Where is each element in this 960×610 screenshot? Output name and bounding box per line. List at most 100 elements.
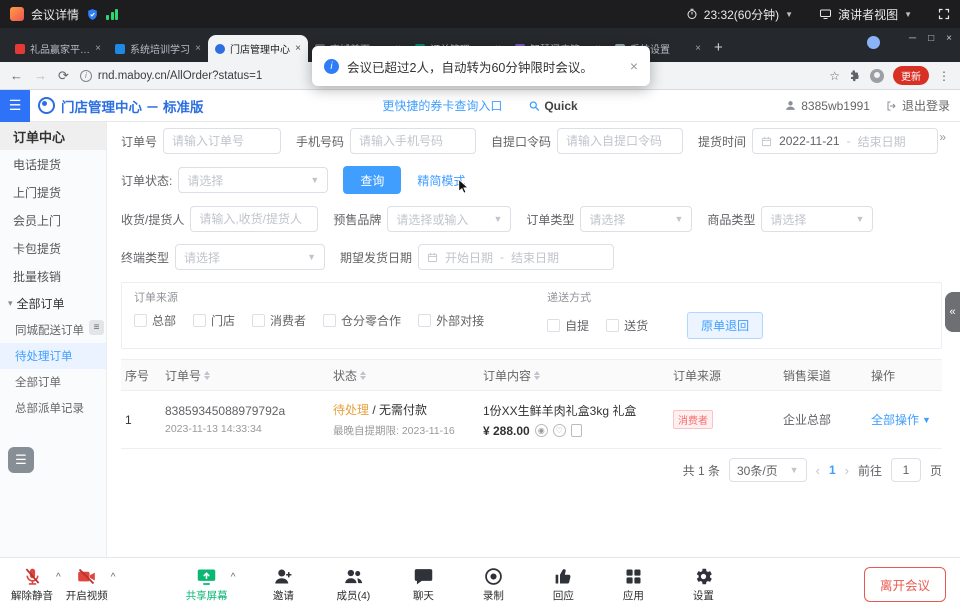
new-tab-button[interactable]: + [714,39,723,56]
toast-close-icon[interactable]: × [630,58,638,74]
tab-close-icon[interactable]: × [695,43,701,54]
per-page-select[interactable]: 30条/页 ▼ [729,458,807,482]
checkbox-store[interactable]: 门店 [193,312,235,329]
site-info-icon[interactable]: i [80,70,92,82]
reaction-button[interactable]: 回应 [541,566,585,603]
sidebar-item-phone-pickup[interactable]: 电话提货 [0,150,106,178]
sort-icon[interactable] [360,371,366,380]
presale-brand-select[interactable]: 请选择或输入 ▼ [387,206,511,232]
meeting-timer[interactable]: 23:32(60分钟) [704,6,779,23]
meeting-details-button[interactable]: 会议详情 [31,6,79,23]
invite-button[interactable]: 邀请 [261,566,305,603]
view-mode-selector[interactable]: 演讲者视图 [838,6,898,23]
browser-avatar-icon[interactable] [870,69,884,83]
search-button[interactable]: 查询 [343,166,401,194]
sidebar-toggle-button[interactable]: ☰ [0,90,30,122]
side-panel-handle[interactable]: « [945,292,960,332]
floating-list-button[interactable]: ☰ [8,447,34,473]
goto-page-input[interactable] [891,458,921,482]
checkbox-consumer[interactable]: 消费者 [252,312,306,329]
pickup-end-date[interactable]: 结束日期 [858,133,906,150]
submenu-pin-icon[interactable]: ≡ [89,320,104,335]
receiver-input[interactable] [190,206,318,232]
sort-icon[interactable] [204,371,210,380]
sidebar-item-batch-verify[interactable]: 批量核销 [0,262,106,290]
sidebar-section-order-center[interactable]: 订单中心 [0,122,106,150]
sidebar-item-member-visit[interactable]: 会员上门 [0,206,106,234]
record-button[interactable]: 录制 [471,566,515,603]
quick-search-button[interactable]: Quick [528,99,577,113]
pickup-time-range[interactable]: 2022-11-21 - 结束日期 [752,128,938,154]
sidebar-item-pending-orders[interactable]: 待处理订单 [0,343,106,369]
col-content[interactable]: 订单内容 [479,367,669,384]
sidebar-item-door-pickup[interactable]: 上门提货 [0,178,106,206]
pickup-code-input[interactable] [557,128,683,154]
sidebar-item-card-pickup[interactable]: 卡包提货 [0,234,106,262]
browser-tab-active[interactable]: 门店管理中心 × [208,35,308,62]
col-order-no[interactable]: 订单号 [161,367,329,384]
window-close-icon[interactable]: × [946,33,952,44]
extensions-icon[interactable] [849,70,861,82]
terminal-type-select[interactable]: 请选择 ▼ [175,244,325,270]
ship-start-date[interactable]: 开始日期 [445,249,493,266]
collapse-filters-icon[interactable]: » [939,130,946,144]
simple-mode-link[interactable]: 精简模式 [417,172,465,189]
goods-type-select[interactable]: 请选择 ▼ [761,206,873,232]
order-no-input[interactable] [163,128,281,154]
checkbox-delivery[interactable]: 送货 [606,317,648,334]
timer-caret-icon[interactable]: ▼ [785,10,793,19]
leave-meeting-button[interactable]: 离开会议 [864,567,946,602]
sidebar-group-all-orders[interactable]: ▾ 全部订单 [0,290,106,317]
sidebar-item-hq-dispatch[interactable]: 总部派单记录 [0,395,106,421]
order-type-label: 订单类型 [526,211,574,228]
phone-input[interactable] [350,128,476,154]
tab-close-icon[interactable]: × [295,43,301,54]
forward-icon[interactable]: → [34,69,47,82]
current-page[interactable]: 1 [829,463,836,477]
reload-icon[interactable]: ⟳ [58,69,69,82]
browser-profile-icon[interactable] [867,36,880,49]
settings-button[interactable]: 设置 [681,566,725,603]
user-account[interactable]: 8385wb1991 [784,99,870,113]
share-screen-button[interactable]: 共享屏幕 [185,566,229,603]
members-button[interactable]: 成员(4) [331,566,375,603]
ship-end-date[interactable]: 结束日期 [511,249,559,266]
browser-tab[interactable]: 系统培训学习 × [108,35,208,62]
tab-close-icon[interactable]: × [95,43,101,54]
sidebar-item-all-orders[interactable]: 全部订单 [0,369,106,395]
checkbox-hq[interactable]: 总部 [134,312,176,329]
order-type-select[interactable]: 请选择 ▼ [580,206,692,232]
original-return-button[interactable]: 原单退回 [687,312,763,339]
unmute-button[interactable]: 解除静音 [10,566,54,603]
window-maximize-icon[interactable]: □ [928,33,934,44]
fullscreen-icon[interactable] [938,8,950,20]
checkbox-external[interactable]: 外部对接 [418,312,484,329]
menu-kebab-icon[interactable]: ⋮ [938,69,950,83]
prev-page-icon[interactable]: ‹ [816,463,820,478]
col-status[interactable]: 状态 [329,367,479,384]
pickup-start-date[interactable]: 2022-11-21 [779,134,840,148]
bookmark-star-icon[interactable]: ☆ [829,69,840,83]
all-actions-dropdown[interactable]: 全部操作 ▼ [871,411,942,428]
start-video-button[interactable]: 开启视频 [65,566,109,603]
back-icon[interactable]: ← [10,69,23,82]
chat-button[interactable]: 聊天 [401,566,445,603]
view-mode-caret-icon[interactable]: ▼ [904,10,912,19]
apps-button[interactable]: 应用 [611,566,655,603]
ship-date-range[interactable]: 开始日期 - 结束日期 [418,244,614,270]
browser-update-button[interactable]: 更新 [893,66,929,85]
video-options-caret[interactable]: ^ [111,572,116,583]
checkbox-warehouse-coop[interactable]: 仓分零合作 [323,312,401,329]
next-page-icon[interactable]: › [845,463,849,478]
coupon-query-link[interactable]: 更快捷的券卡查询入口 [382,97,502,114]
window-minimize-icon[interactable]: ─ [909,33,916,44]
logout-button[interactable]: 退出登录 [886,97,950,114]
chevron-down-icon: ▼ [855,214,864,224]
browser-tab[interactable]: 礼品赢家平台管理中心 × [8,35,108,62]
checkbox-self-pickup[interactable]: 自提 [547,317,589,334]
order-status-select[interactable]: 请选择 ▼ [178,167,328,193]
tab-close-icon[interactable]: × [195,43,201,54]
mute-options-caret[interactable]: ^ [56,572,61,583]
sort-icon[interactable] [534,371,540,380]
share-options-caret[interactable]: ^ [231,572,236,583]
